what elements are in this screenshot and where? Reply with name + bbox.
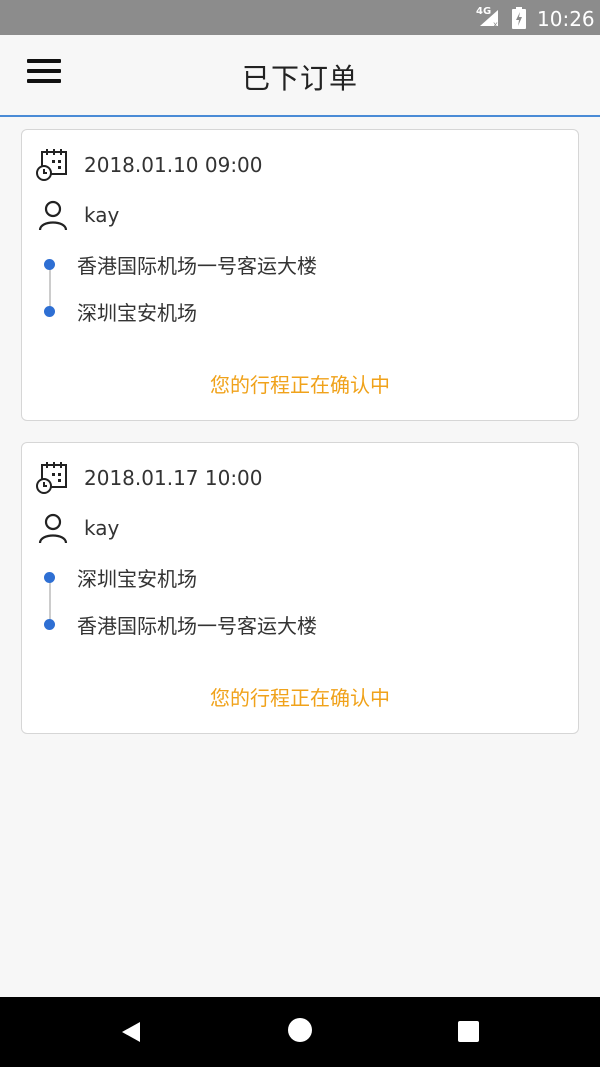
system-nav-bar [0,997,600,1067]
route: 深圳宝安机场 香港国际机场一号客运大楼 [44,555,544,665]
order-status: 您的行程正在确认中 [210,373,390,397]
user-icon [38,200,68,231]
destination-dot-icon [44,619,55,630]
home-icon[interactable] [288,1018,312,1042]
user-icon [38,513,68,544]
order-card[interactable]: 2018.01.17 10:00 kay 深圳宝安机场 香港国际机场一号客运大楼… [21,442,579,734]
recent-apps-icon[interactable] [458,1021,479,1042]
route-destination: 深圳宝安机场 [44,297,197,326]
clock: 10:26 [537,7,595,31]
status-bar: 4G x 10:26 [0,0,600,35]
signal-icon: x [480,10,498,28]
order-datetime: 2018.01.17 10:00 [84,466,263,490]
route-destination: 香港国际机场一号客运大楼 [44,610,317,639]
page-title: 已下订单 [241,62,358,95]
destination-dot-icon [44,306,55,317]
app-bar: 已下订单 [0,35,600,117]
order-card[interactable]: 2018.01.10 09:00 kay 香港国际机场一号客运大楼 深圳宝安机场… [21,129,579,421]
battery-icon [512,7,526,29]
route: 香港国际机场一号客运大楼 深圳宝安机场 [44,242,544,352]
calendar-clock-icon [36,462,67,494]
origin-name: 深圳宝安机场 [77,567,197,591]
route-origin: 深圳宝安机场 [44,563,197,592]
order-datetime-row: 2018.01.17 10:00 [36,461,263,495]
origin-dot-icon [44,572,55,583]
svg-text:x: x [493,20,498,28]
order-datetime: 2018.01.10 09:00 [84,153,263,177]
order-datetime-row: 2018.01.10 09:00 [36,148,263,182]
route-origin: 香港国际机场一号客运大楼 [44,250,317,279]
origin-dot-icon [44,259,55,270]
order-user-row: kay [36,511,119,545]
calendar-clock-icon [36,149,67,181]
order-user: kay [84,203,120,227]
destination-name: 香港国际机场一号客运大楼 [77,614,317,638]
origin-name: 香港国际机场一号客运大楼 [77,254,317,278]
destination-name: 深圳宝安机场 [77,301,197,325]
order-user-row: kay [36,198,119,232]
order-list: 2018.01.10 09:00 kay 香港国际机场一号客运大楼 深圳宝安机场… [21,129,579,755]
back-icon[interactable] [120,1020,142,1044]
order-user: kay [84,516,120,540]
order-status: 您的行程正在确认中 [210,686,390,710]
